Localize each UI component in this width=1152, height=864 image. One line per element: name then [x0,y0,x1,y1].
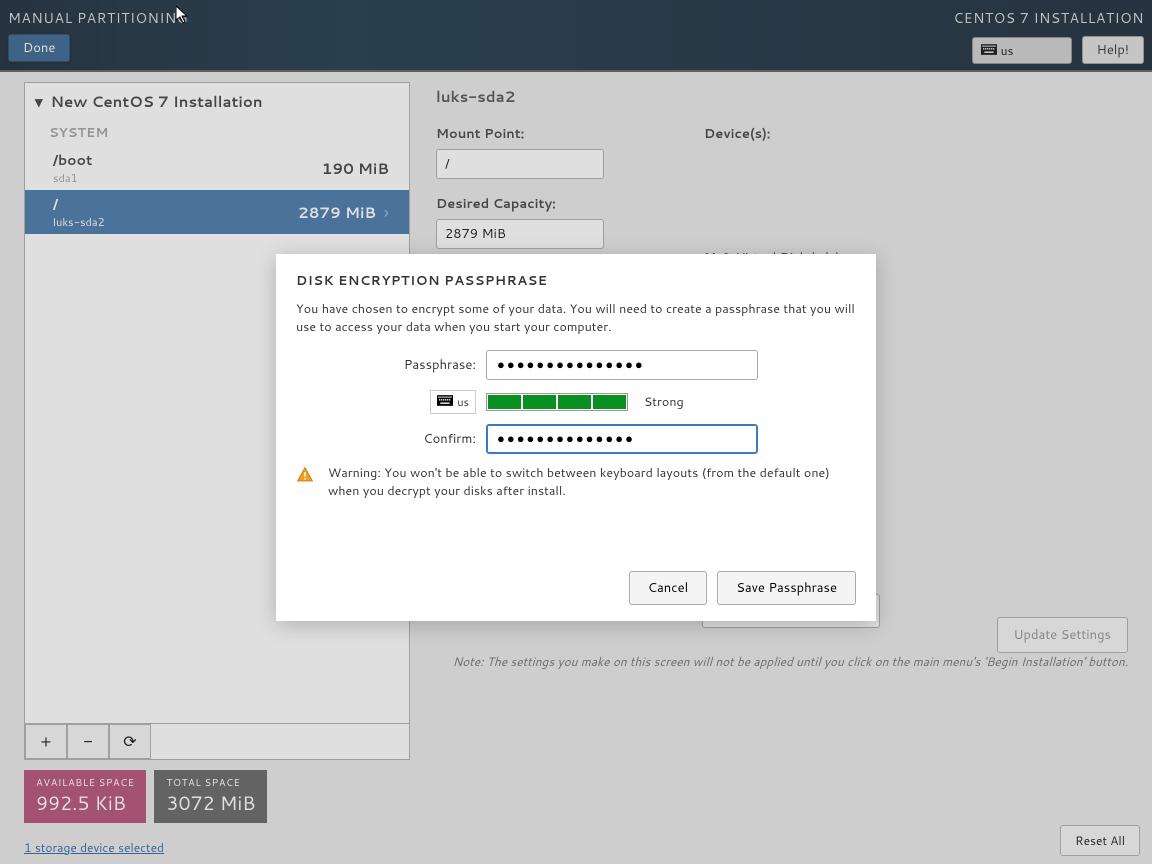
partition-detail-title: luks-sda2 [436,86,1128,107]
mount-point-input[interactable] [436,149,604,179]
caret-down-icon: ▾ [35,91,43,112]
dialog-description: You have chosen to encrypt some of your … [296,300,856,336]
device-label: sda1 [53,170,92,186]
cancel-button[interactable]: Cancel [629,571,707,605]
available-space-box: AVAILABLE SPACE 992.5 KiB [24,770,146,823]
update-settings-button[interactable]: Update Settings [997,617,1129,653]
available-space-value: 992.5 KiB [36,790,134,817]
tree-title: New CentOS 7 Installation [51,91,263,112]
partition-item-boot[interactable]: /boot sda1 190 MiB [25,146,409,190]
mount-label: /boot [53,150,92,170]
device-label: luks-sda2 [53,214,105,230]
warning-icon [296,466,314,500]
reload-button[interactable]: ⟳ [109,724,151,759]
done-button[interactable]: Done [8,34,70,62]
tree-header[interactable]: ▾ New CentOS 7 Installation [25,83,409,120]
size-label: 2879 MiB [298,202,376,223]
confirm-input[interactable] [486,424,758,454]
passphrase-label: Passphrase: [316,356,476,374]
reset-all-button[interactable]: Reset All [1060,825,1140,856]
keyboard-icon [981,42,997,59]
note-text: Note: The settings you make on this scre… [436,653,1128,671]
total-space-box: TOTAL SPACE 3072 MiB [154,770,267,823]
total-space-value: 3072 MiB [166,790,255,817]
mount-point-label: Mount Point: [436,125,604,143]
passphrase-input[interactable] [486,350,758,380]
warning-text: Warning: You won't be able to switch bet… [328,464,856,500]
encryption-passphrase-dialog: DISK ENCRYPTION PASSPHRASE You have chos… [276,254,876,621]
remove-partition-button[interactable]: − [67,724,109,759]
partition-toolbar: + − ⟳ [25,723,409,759]
save-passphrase-button[interactable]: Save Passphrase [717,571,856,605]
tree-section-label: SYSTEM [25,120,409,146]
available-space-label: AVAILABLE SPACE [36,776,134,790]
install-title: CENTOS 7 INSTALLATION [953,8,1144,28]
dialog-title: DISK ENCRYPTION PASSPHRASE [296,272,856,290]
header-bar: MANUAL PARTITIONING Done CENTOS 7 INSTAL… [0,0,1152,72]
partition-item-root[interactable]: / luks-sda2 2879 MiB › [25,190,409,234]
strength-meter [486,393,628,411]
devices-selected-link[interactable]: 1 storage device selected [24,839,410,856]
mount-label: / [53,194,105,214]
keyboard-icon [437,394,453,410]
keyboard-mini-label: us [457,394,469,410]
size-label: 190 MiB [322,158,389,179]
keyboard-indicator[interactable]: us [972,37,1072,64]
total-space-label: TOTAL SPACE [166,776,255,790]
devices-label: Device(s): [704,125,840,143]
add-partition-button[interactable]: + [25,724,67,759]
keyboard-layout-label: us [1001,42,1014,59]
space-summary: AVAILABLE SPACE 992.5 KiB TOTAL SPACE 30… [24,770,410,823]
keyboard-mini-indicator[interactable]: us [430,390,476,414]
chevron-right-icon: › [384,199,389,225]
confirm-label: Confirm: [316,430,476,448]
capacity-input[interactable] [436,219,604,249]
strength-label: Strong [644,393,684,411]
help-button[interactable]: Help! [1082,36,1144,64]
page-title: MANUAL PARTITIONING [8,8,188,28]
capacity-label: Desired Capacity: [436,195,604,213]
